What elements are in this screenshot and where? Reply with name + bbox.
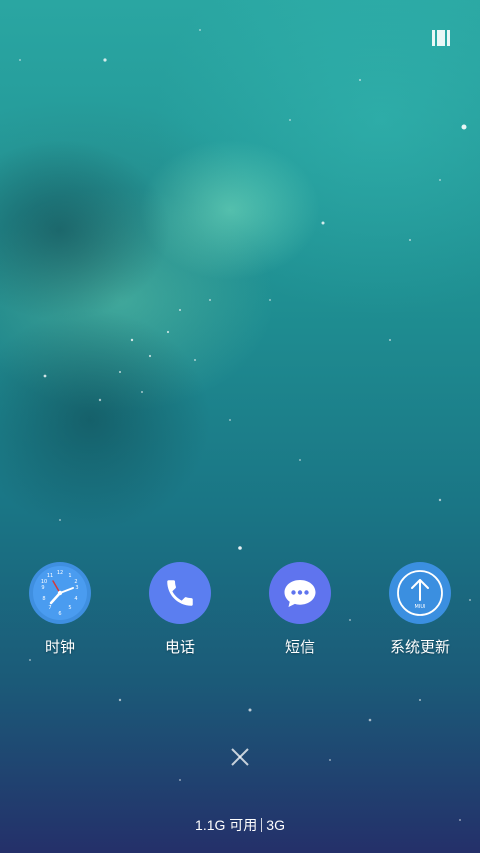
svg-text:11: 11 [47,573,53,579]
memory-divider [261,818,263,832]
app-label-messages: 短信 [284,638,315,656]
recents-layout-icon[interactable] [432,30,452,46]
app-label-system-update: 系统更新 [389,638,450,656]
recent-app-clock[interactable]: 12 3 6 9 1 2 4 5 7 8 10 11 时钟 [10,562,110,657]
update-icon: MIUI [389,562,451,624]
phone-icon [149,562,211,624]
recent-app-messages[interactable]: 短信 [250,562,350,657]
close-all-button[interactable] [229,746,251,768]
svg-text:2: 2 [74,579,77,585]
svg-text:7: 7 [48,605,51,611]
recent-apps-row: 12 3 6 9 1 2 4 5 7 8 10 11 时钟 电话 短信 MIUI… [0,562,480,662]
svg-text:1: 1 [68,573,71,579]
svg-text:4: 4 [74,596,77,602]
app-label-clock: 时钟 [44,638,75,656]
memory-status: 1.1G 可用 3G [0,815,480,835]
network-type: 3G [266,817,285,833]
update-icon-text: MIUI [415,604,426,610]
message-icon [269,562,331,624]
svg-text:12: 12 [57,570,63,576]
app-label-phone: 电话 [164,638,195,656]
svg-text:6: 6 [58,611,61,617]
clock-icon: 12 3 6 9 1 2 4 5 7 8 10 11 [29,562,91,624]
svg-text:8: 8 [42,596,45,602]
svg-text:5: 5 [68,605,71,611]
close-icon [231,748,249,766]
svg-text:3: 3 [75,585,78,591]
svg-text:9: 9 [41,585,44,591]
svg-text:10: 10 [41,579,47,585]
wallpaper-starfield [0,29,471,821]
memory-available: 1.1G 可用 [195,817,258,833]
recent-app-phone[interactable]: 电话 [130,562,230,657]
recent-app-system-update[interactable]: MIUI 系统更新 [370,562,470,657]
